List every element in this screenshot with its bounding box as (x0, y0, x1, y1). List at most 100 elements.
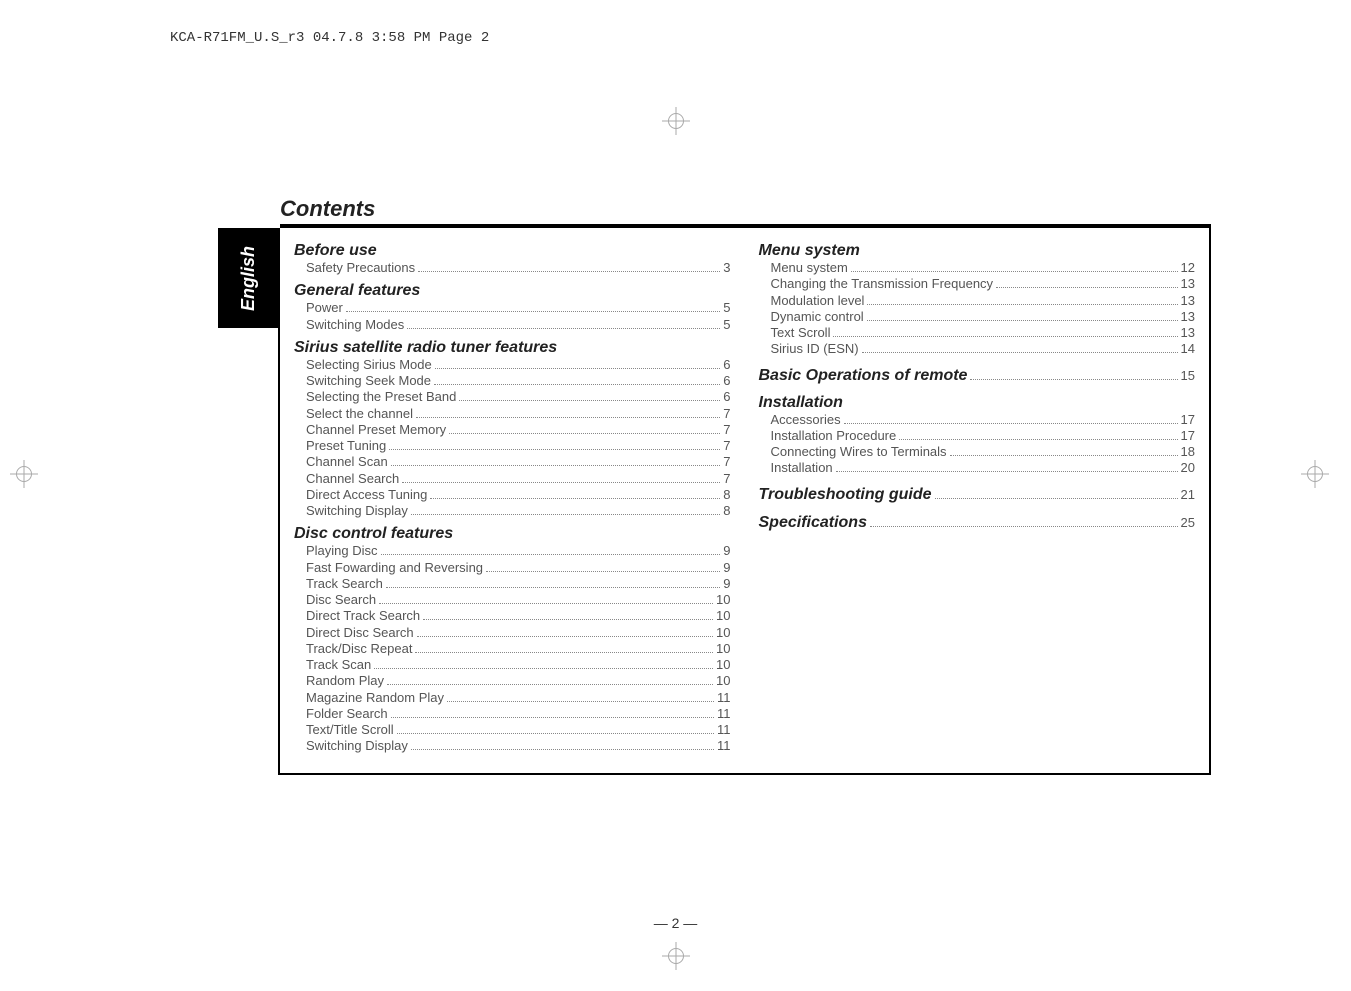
toc-label: Connecting Wires to Terminals (759, 444, 947, 460)
toc-page: 11 (717, 722, 731, 738)
toc-page: 21 (1181, 487, 1195, 503)
toc-page: 25 (1181, 515, 1195, 531)
toc-label: Text Scroll (759, 325, 831, 341)
leader-dots (833, 327, 1177, 337)
leader-dots (379, 594, 713, 604)
leader-dots (449, 424, 720, 434)
toc-row: Switching Modes 5 (294, 317, 731, 333)
toc-row: Installation Procedure 17 (759, 428, 1196, 444)
toc-page: 10 (716, 592, 730, 608)
toc-page: 3 (723, 260, 730, 276)
toc-page: 13 (1181, 276, 1195, 292)
toc-label: Track Search (294, 576, 383, 592)
toc-page: 20 (1181, 460, 1195, 476)
toc-heading-row: Specifications25 (759, 513, 1196, 533)
toc-page: 18 (1181, 444, 1195, 460)
toc-page: 7 (723, 406, 730, 422)
toc-row: Connecting Wires to Terminals 18 (759, 444, 1196, 460)
toc-row: Preset Tuning7 (294, 438, 731, 454)
right-column: Menu system Menu system12 Changing the T… (745, 228, 1210, 773)
toc-label: Channel Search (294, 471, 399, 487)
toc-page: 13 (1181, 293, 1195, 309)
toc-page: 8 (723, 503, 730, 519)
leader-dots (374, 659, 713, 669)
leader-dots (836, 462, 1178, 472)
toc-label: Direct Access Tuning (294, 487, 427, 503)
toc-page: 6 (723, 373, 730, 389)
leader-dots (447, 691, 714, 701)
toc-page: 9 (723, 560, 730, 576)
toc-label: Menu system (759, 260, 848, 276)
toc-label: Dynamic control (759, 309, 864, 325)
toc-row: Switching Seek Mode 6 (294, 373, 731, 389)
toc-page: 7 (723, 422, 730, 438)
toc-label: Channel Scan (294, 454, 388, 470)
toc-label: Direct Disc Search (294, 625, 414, 641)
toc-label: Disc Search (294, 592, 376, 608)
leader-dots (402, 472, 720, 482)
toc-row: Text/Title Scroll11 (294, 722, 731, 738)
leader-dots (862, 343, 1178, 353)
section-heading: Menu system (759, 242, 1196, 260)
toc-row: Playing Disc9 (294, 543, 731, 559)
toc-page: 13 (1181, 309, 1195, 325)
toc-page: 9 (723, 543, 730, 559)
toc-label: Switching Modes (294, 317, 404, 333)
toc-page: 7 (723, 454, 730, 470)
toc-row: Selecting the Preset Band6 (294, 389, 731, 405)
leader-dots (459, 391, 720, 401)
toc-page: 11 (717, 690, 731, 706)
toc-page: 14 (1181, 341, 1195, 357)
toc-row: Folder Search11 (294, 706, 731, 722)
toc-label: Magazine Random Play (294, 690, 444, 706)
toc-label: Switching Seek Mode (294, 373, 431, 389)
contents-columns: Before use Safety Precautions3 General f… (278, 228, 1211, 775)
language-tab: English (218, 228, 278, 328)
toc-label: Modulation level (759, 293, 865, 309)
toc-row: Track/Disc Repeat10 (294, 641, 731, 657)
leader-dots (391, 708, 714, 718)
leader-dots (411, 740, 714, 750)
toc-page: 13 (1181, 325, 1195, 341)
toc-label: Accessories (759, 412, 841, 428)
language-tab-label: English (238, 245, 259, 310)
leader-dots (996, 278, 1177, 288)
toc-page: 11 (717, 706, 731, 722)
section-heading: General features (294, 282, 731, 300)
toc-page: 12 (1181, 260, 1195, 276)
leader-dots (418, 262, 720, 272)
toc-label: Track/Disc Repeat (294, 641, 412, 657)
leader-dots (867, 294, 1177, 304)
leader-dots (935, 488, 1178, 498)
toc-label: Power (294, 300, 343, 316)
leader-dots (870, 516, 1178, 526)
leader-dots (346, 302, 720, 312)
section-heading: Sirius satellite radio tuner features (294, 339, 731, 357)
toc-label: Sirius ID (ESN) (759, 341, 859, 357)
leader-dots (411, 505, 720, 515)
toc-page: 17 (1181, 428, 1195, 444)
page-number-footer: — 2 — (50, 915, 1301, 931)
toc-page: 10 (716, 657, 730, 673)
leader-dots (844, 413, 1178, 423)
toc-page: 5 (723, 300, 730, 316)
leader-dots (486, 561, 720, 571)
toc-row: Sirius ID (ESN) 14 (759, 341, 1196, 357)
toc-page: 7 (723, 438, 730, 454)
toc-row: Selecting Sirius Mode6 (294, 357, 731, 373)
leader-dots (407, 318, 720, 328)
toc-label: Random Play (294, 673, 384, 689)
toc-label: Installation Procedure (759, 428, 897, 444)
toc-row: Direct Disc Search10 (294, 625, 731, 641)
toc-page: 17 (1181, 412, 1195, 428)
toc-row: Modulation level 13 (759, 293, 1196, 309)
leader-dots (851, 262, 1178, 272)
toc-page: 5 (723, 317, 730, 333)
toc-label: Select the channel (294, 406, 413, 422)
registration-mark-left (10, 460, 50, 500)
toc-row: Changing the Transmission Frequency13 (759, 276, 1196, 292)
toc-row: Dynamic control 13 (759, 309, 1196, 325)
toc-row: Select the channel 7 (294, 406, 731, 422)
registration-mark-right (1301, 460, 1341, 500)
toc-page: 6 (723, 389, 730, 405)
